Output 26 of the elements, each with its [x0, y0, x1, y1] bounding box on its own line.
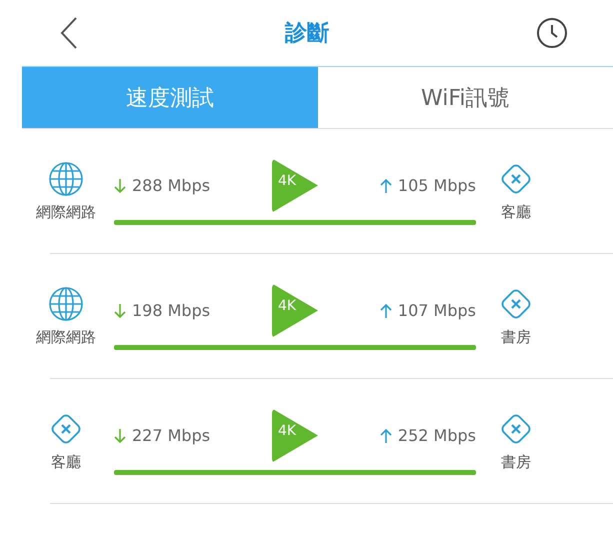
quality-badge: 4K [272, 284, 318, 338]
download-arrow-icon [114, 302, 126, 318]
download-speed: 227 Mbps [132, 426, 210, 445]
download-arrow-icon [114, 428, 126, 444]
globe-icon [48, 286, 84, 322]
node-label: 網際網路 [36, 328, 96, 346]
download-arrow-icon [114, 178, 126, 194]
upload-speed: 252 Mbps [398, 426, 476, 445]
quality-badge: 4K [272, 158, 318, 212]
node-label: 客廳 [501, 202, 531, 222]
upload-speed: 105 Mbps [398, 176, 476, 195]
upload-arrow-icon [380, 178, 392, 194]
download-speed: 288 Mbps [132, 176, 210, 195]
quality-badge: 4K [272, 408, 318, 462]
history-icon[interactable] [536, 17, 568, 49]
back-icon[interactable] [60, 16, 78, 50]
node-label: 網際網路 [36, 202, 96, 222]
upload-arrow-icon [380, 302, 392, 318]
node-label: 客廳 [51, 452, 81, 472]
globe-icon [48, 160, 84, 196]
upload-arrow-icon [380, 428, 392, 444]
upload-speed: 107 Mbps [398, 301, 476, 320]
node-label: 書房 [501, 328, 531, 346]
download-speed: 198 Mbps [132, 301, 210, 320]
node-label: 書房 [501, 452, 531, 472]
page-title: 診斷 [285, 20, 329, 48]
